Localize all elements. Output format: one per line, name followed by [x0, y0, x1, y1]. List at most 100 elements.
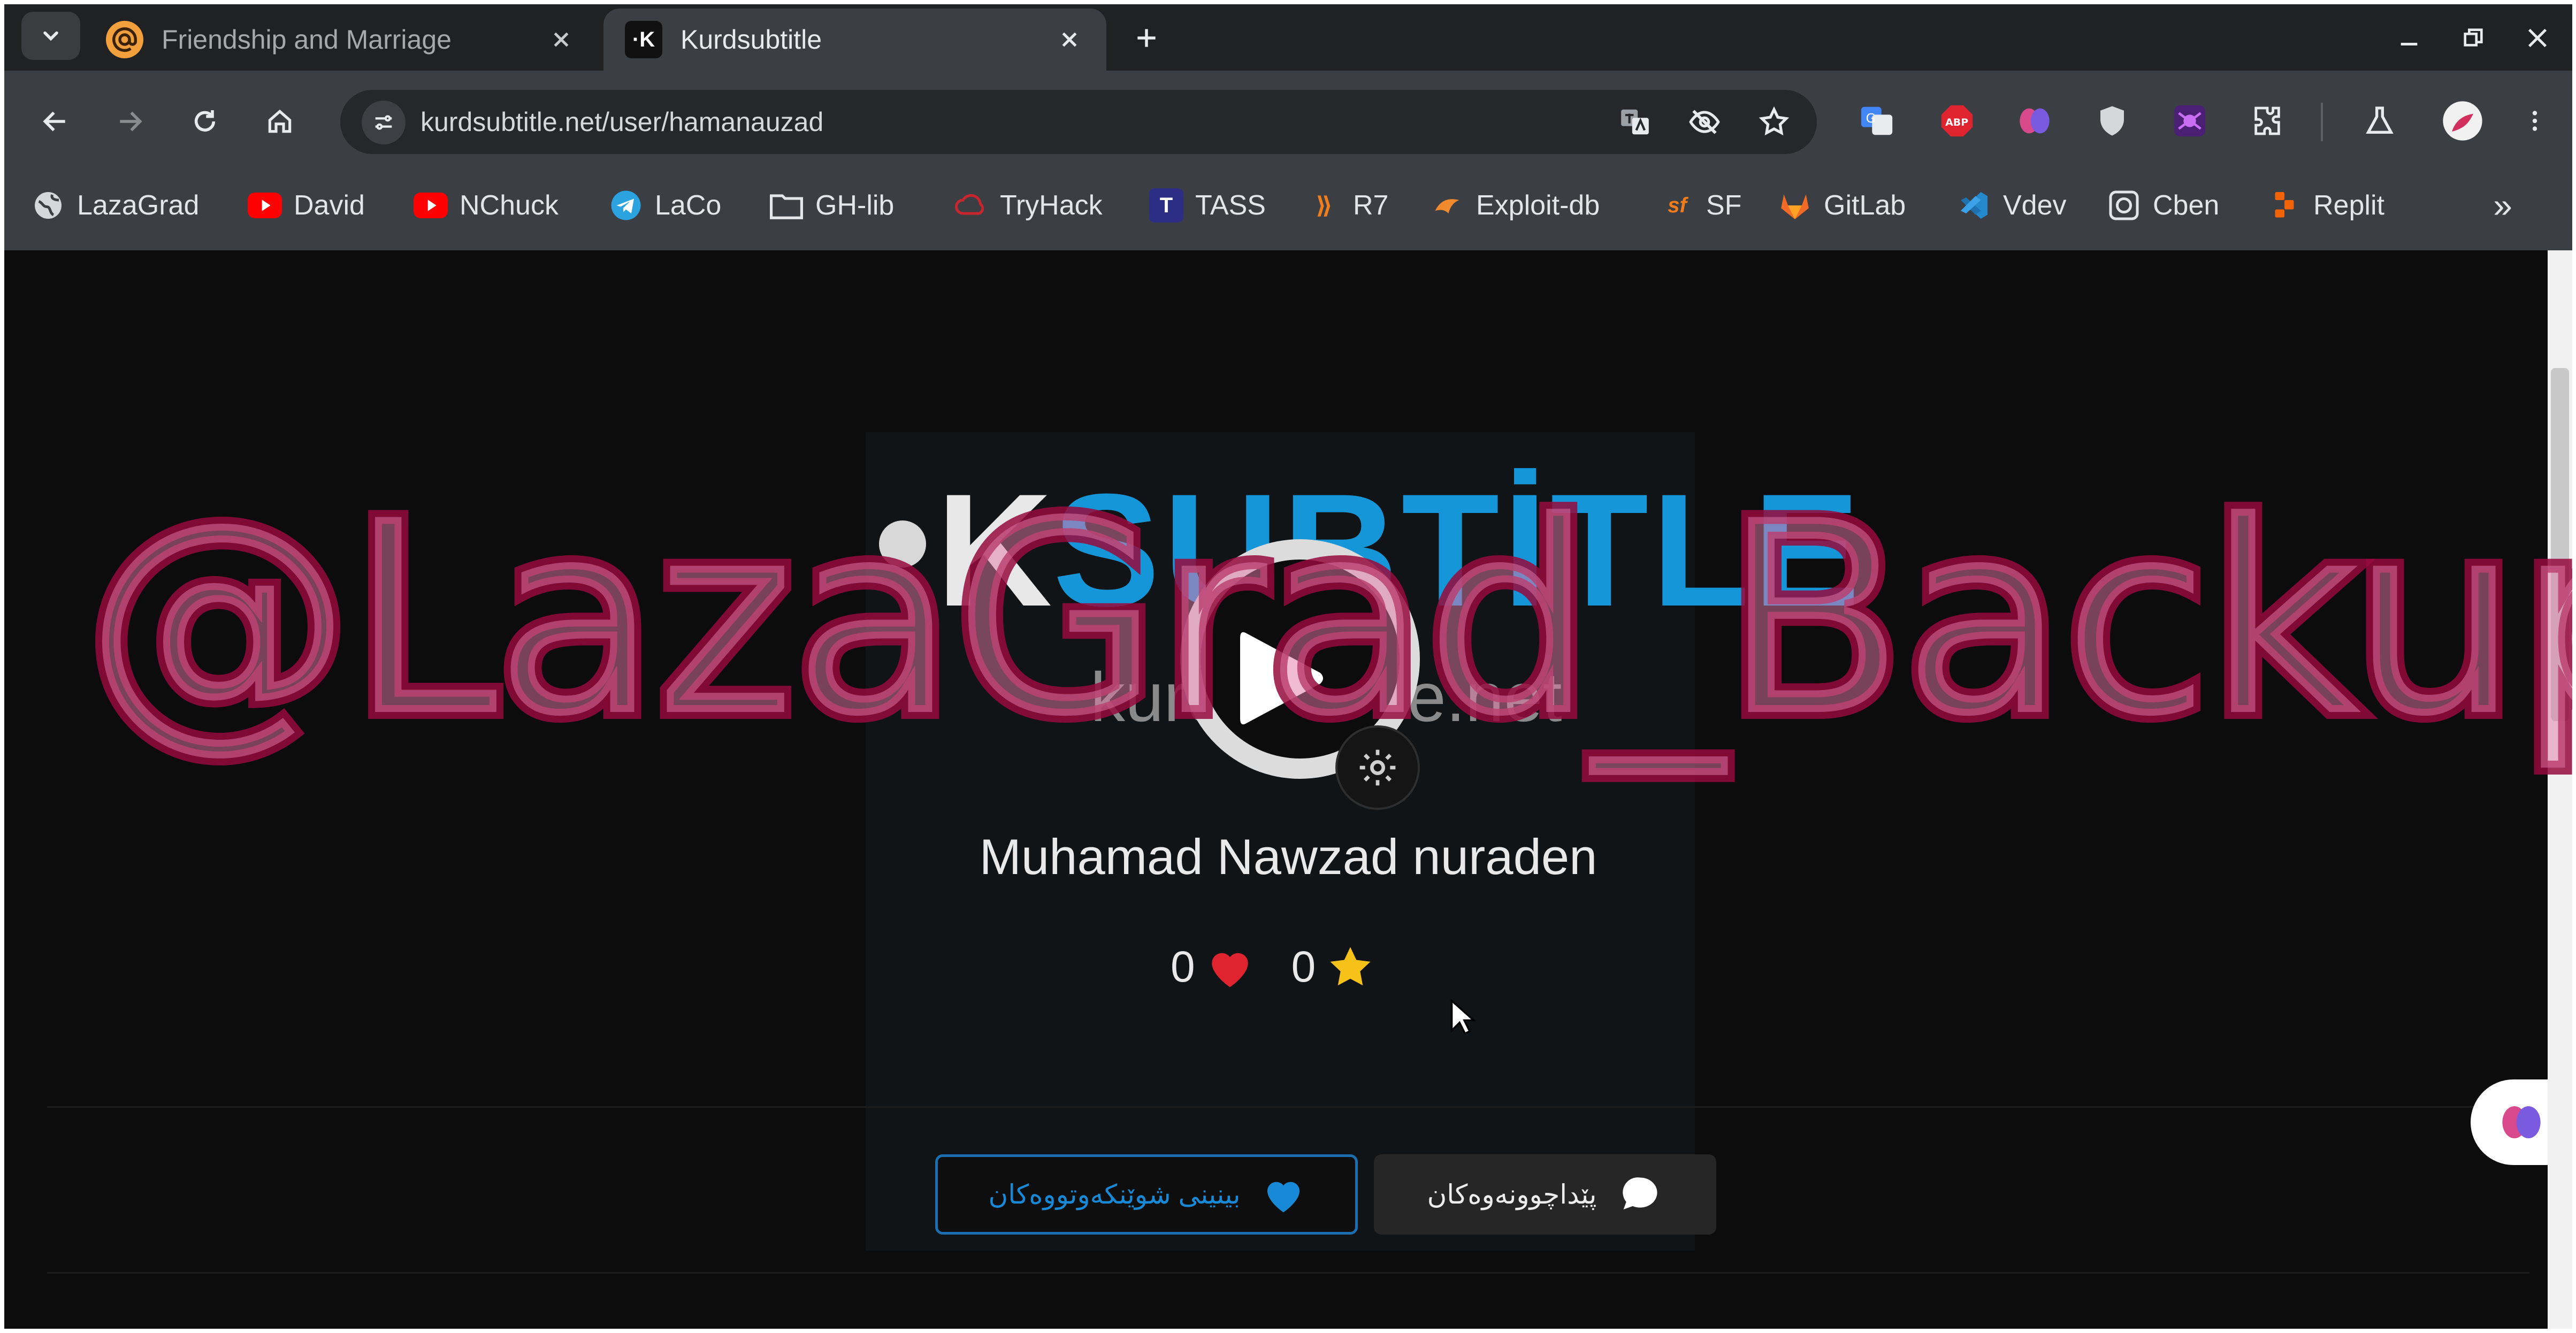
likes-stat: 0 — [1171, 942, 1254, 992]
bookmark-exploit-db[interactable]: Exploit-db — [1430, 179, 1600, 232]
bookmark-david[interactable]: David — [248, 179, 365, 232]
close-icon[interactable] — [542, 21, 580, 58]
bookmark-label: Exploit-db — [1476, 190, 1600, 221]
close-window-button[interactable] — [2508, 14, 2567, 62]
bookmark-nchuck[interactable]: NChuck — [414, 179, 559, 232]
bookmark-label: NChuck — [460, 190, 559, 221]
bookmark-label: GH-lib — [815, 190, 895, 221]
bookmark-label: TASS — [1195, 190, 1266, 221]
tab-strip: Friendship and Marriage ·K Kurdsubtitle — [4, 4, 2572, 71]
adblock-ext-icon[interactable]: ABP — [1930, 94, 1984, 148]
arrow-left-icon — [43, 111, 65, 132]
tab-friendship[interactable]: Friendship and Marriage — [85, 9, 598, 71]
bookmark-tass[interactable]: T TASS — [1149, 179, 1266, 232]
gitlab-icon — [1778, 188, 1812, 223]
site-settings-icon[interactable] — [362, 101, 406, 144]
divider — [47, 1272, 2529, 1274]
stars-stat: 0 — [1291, 942, 1375, 992]
vscode-icon — [1957, 188, 1991, 223]
bookmarks-overflow-button[interactable]: » — [2476, 184, 2529, 227]
chevron-down-icon — [43, 31, 58, 41]
home-icon — [268, 109, 292, 133]
bookmark-lazagrad[interactable]: LazaGrad — [31, 179, 199, 232]
globe-icon — [31, 188, 65, 223]
shield-ext-icon[interactable] — [2085, 94, 2139, 148]
tab-title: Kurdsubtitle — [681, 25, 822, 55]
svg-text:ABP: ABP — [1945, 117, 1968, 128]
likes-count: 0 — [1171, 943, 1195, 991]
bookmark-tryhack[interactable]: TryHack — [954, 179, 1103, 232]
exploitdb-icon — [1430, 188, 1464, 223]
bookmark-vdev[interactable]: Vdev — [1957, 179, 2067, 232]
bookmark-gitlab[interactable]: GitLab — [1778, 179, 1906, 232]
bookmark-gh-lib[interactable]: GH-lib — [769, 179, 894, 232]
followers-button[interactable]: بینینی شوێنکەوتووەکان — [935, 1154, 1358, 1235]
close-icon[interactable] — [1051, 21, 1088, 58]
translate-ext-icon[interactable]: G — [1850, 94, 1904, 148]
tryhackme-icon — [954, 188, 988, 223]
bookmark-label: LaCo — [655, 190, 722, 221]
bookmarks-bar: LazaGrad David NChuck LaCo GH-lib TryHac… — [4, 165, 2572, 250]
tab-title: Friendship and Marriage — [162, 25, 452, 55]
reload-icon — [194, 110, 216, 132]
close-icon — [2528, 28, 2547, 48]
bookmark-cben[interactable]: Cben — [2107, 179, 2219, 232]
browser-window: Friendship and Marriage ·K Kurdsubtitle — [4, 4, 2572, 1329]
reload-button[interactable] — [175, 92, 234, 151]
svg-text:G: G — [1866, 111, 1876, 126]
brain-ext-icon — [2502, 1106, 2541, 1138]
profile-name: Muhamad Nawzad nuraden — [979, 829, 1597, 885]
bookmark-label: SF — [1706, 190, 1742, 221]
minimize-button[interactable] — [2380, 14, 2439, 62]
reviews-button[interactable]: پێداچوونەوەکان — [1374, 1154, 1716, 1235]
bookmark-star-icon[interactable] — [1753, 101, 1795, 143]
replit-icon — [2267, 188, 2302, 223]
bookmark-replit[interactable]: Replit — [2267, 179, 2384, 232]
youtube-icon — [414, 188, 448, 223]
at-sign-icon — [106, 21, 143, 58]
forward-button[interactable] — [101, 92, 159, 151]
url-text[interactable]: kurdsubtitle.net/user/hamanauzad — [421, 90, 823, 154]
stars-count: 0 — [1291, 943, 1316, 991]
bookmark-label: Replit — [2313, 190, 2384, 221]
address-bar[interactable]: kurdsubtitle.net/user/hamanauzad — [340, 90, 1817, 154]
arrow-right-icon — [120, 111, 142, 132]
bookmark-label: GitLab — [1824, 190, 1906, 221]
bookmark-label: LazaGrad — [77, 190, 200, 221]
watermark-text: @LazaGrad_Backup — [78, 464, 2572, 775]
bookmark-label: David — [294, 190, 365, 221]
puzzle-ext-icon[interactable] — [2241, 94, 2294, 148]
scrollbar[interactable] — [2548, 250, 2572, 1329]
toolbar-separator — [2321, 103, 2323, 141]
chat-bubble-icon — [1618, 1172, 1663, 1217]
star-icon — [1330, 947, 1371, 986]
telegram-icon — [609, 188, 643, 223]
tab-kurdsubtitle[interactable]: ·K Kurdsubtitle — [603, 9, 1106, 71]
bookmark-label: TryHack — [1000, 190, 1103, 221]
bookmark-laco[interactable]: LaCo — [609, 179, 721, 232]
restore-button[interactable] — [2444, 14, 2503, 62]
home-button[interactable] — [250, 92, 309, 151]
labs-flask-icon[interactable] — [2353, 94, 2406, 148]
heart-icon — [1262, 1175, 1305, 1214]
eye-off-icon[interactable] — [1683, 101, 1726, 143]
kebab-menu-icon[interactable] — [2508, 94, 2562, 148]
profile-stats: 0 0 — [1171, 935, 1412, 999]
bookmark-sf[interactable]: sf SF — [1660, 179, 1741, 232]
bookmark-r7[interactable]: ⟫ R7 — [1307, 179, 1388, 232]
profile-avatar-icon[interactable] — [2436, 94, 2489, 148]
new-tab-button[interactable] — [1122, 14, 1171, 62]
restore-icon — [2464, 28, 2483, 47]
minimize-icon — [2401, 43, 2418, 45]
brain-ext-icon[interactable] — [2008, 94, 2061, 148]
tab-search-button[interactable] — [21, 12, 80, 60]
rapid7-icon: ⟫ — [1316, 192, 1333, 219]
ksubtitle-k-icon: ·K — [625, 21, 662, 58]
back-button[interactable] — [26, 92, 85, 151]
translate-icon[interactable] — [1614, 101, 1656, 143]
cben-icon — [2107, 188, 2141, 223]
spider-ext-icon[interactable] — [2163, 94, 2216, 148]
bookmark-label: R7 — [1353, 190, 1389, 221]
folder-icon — [769, 188, 804, 223]
plus-icon — [1137, 29, 1156, 47]
